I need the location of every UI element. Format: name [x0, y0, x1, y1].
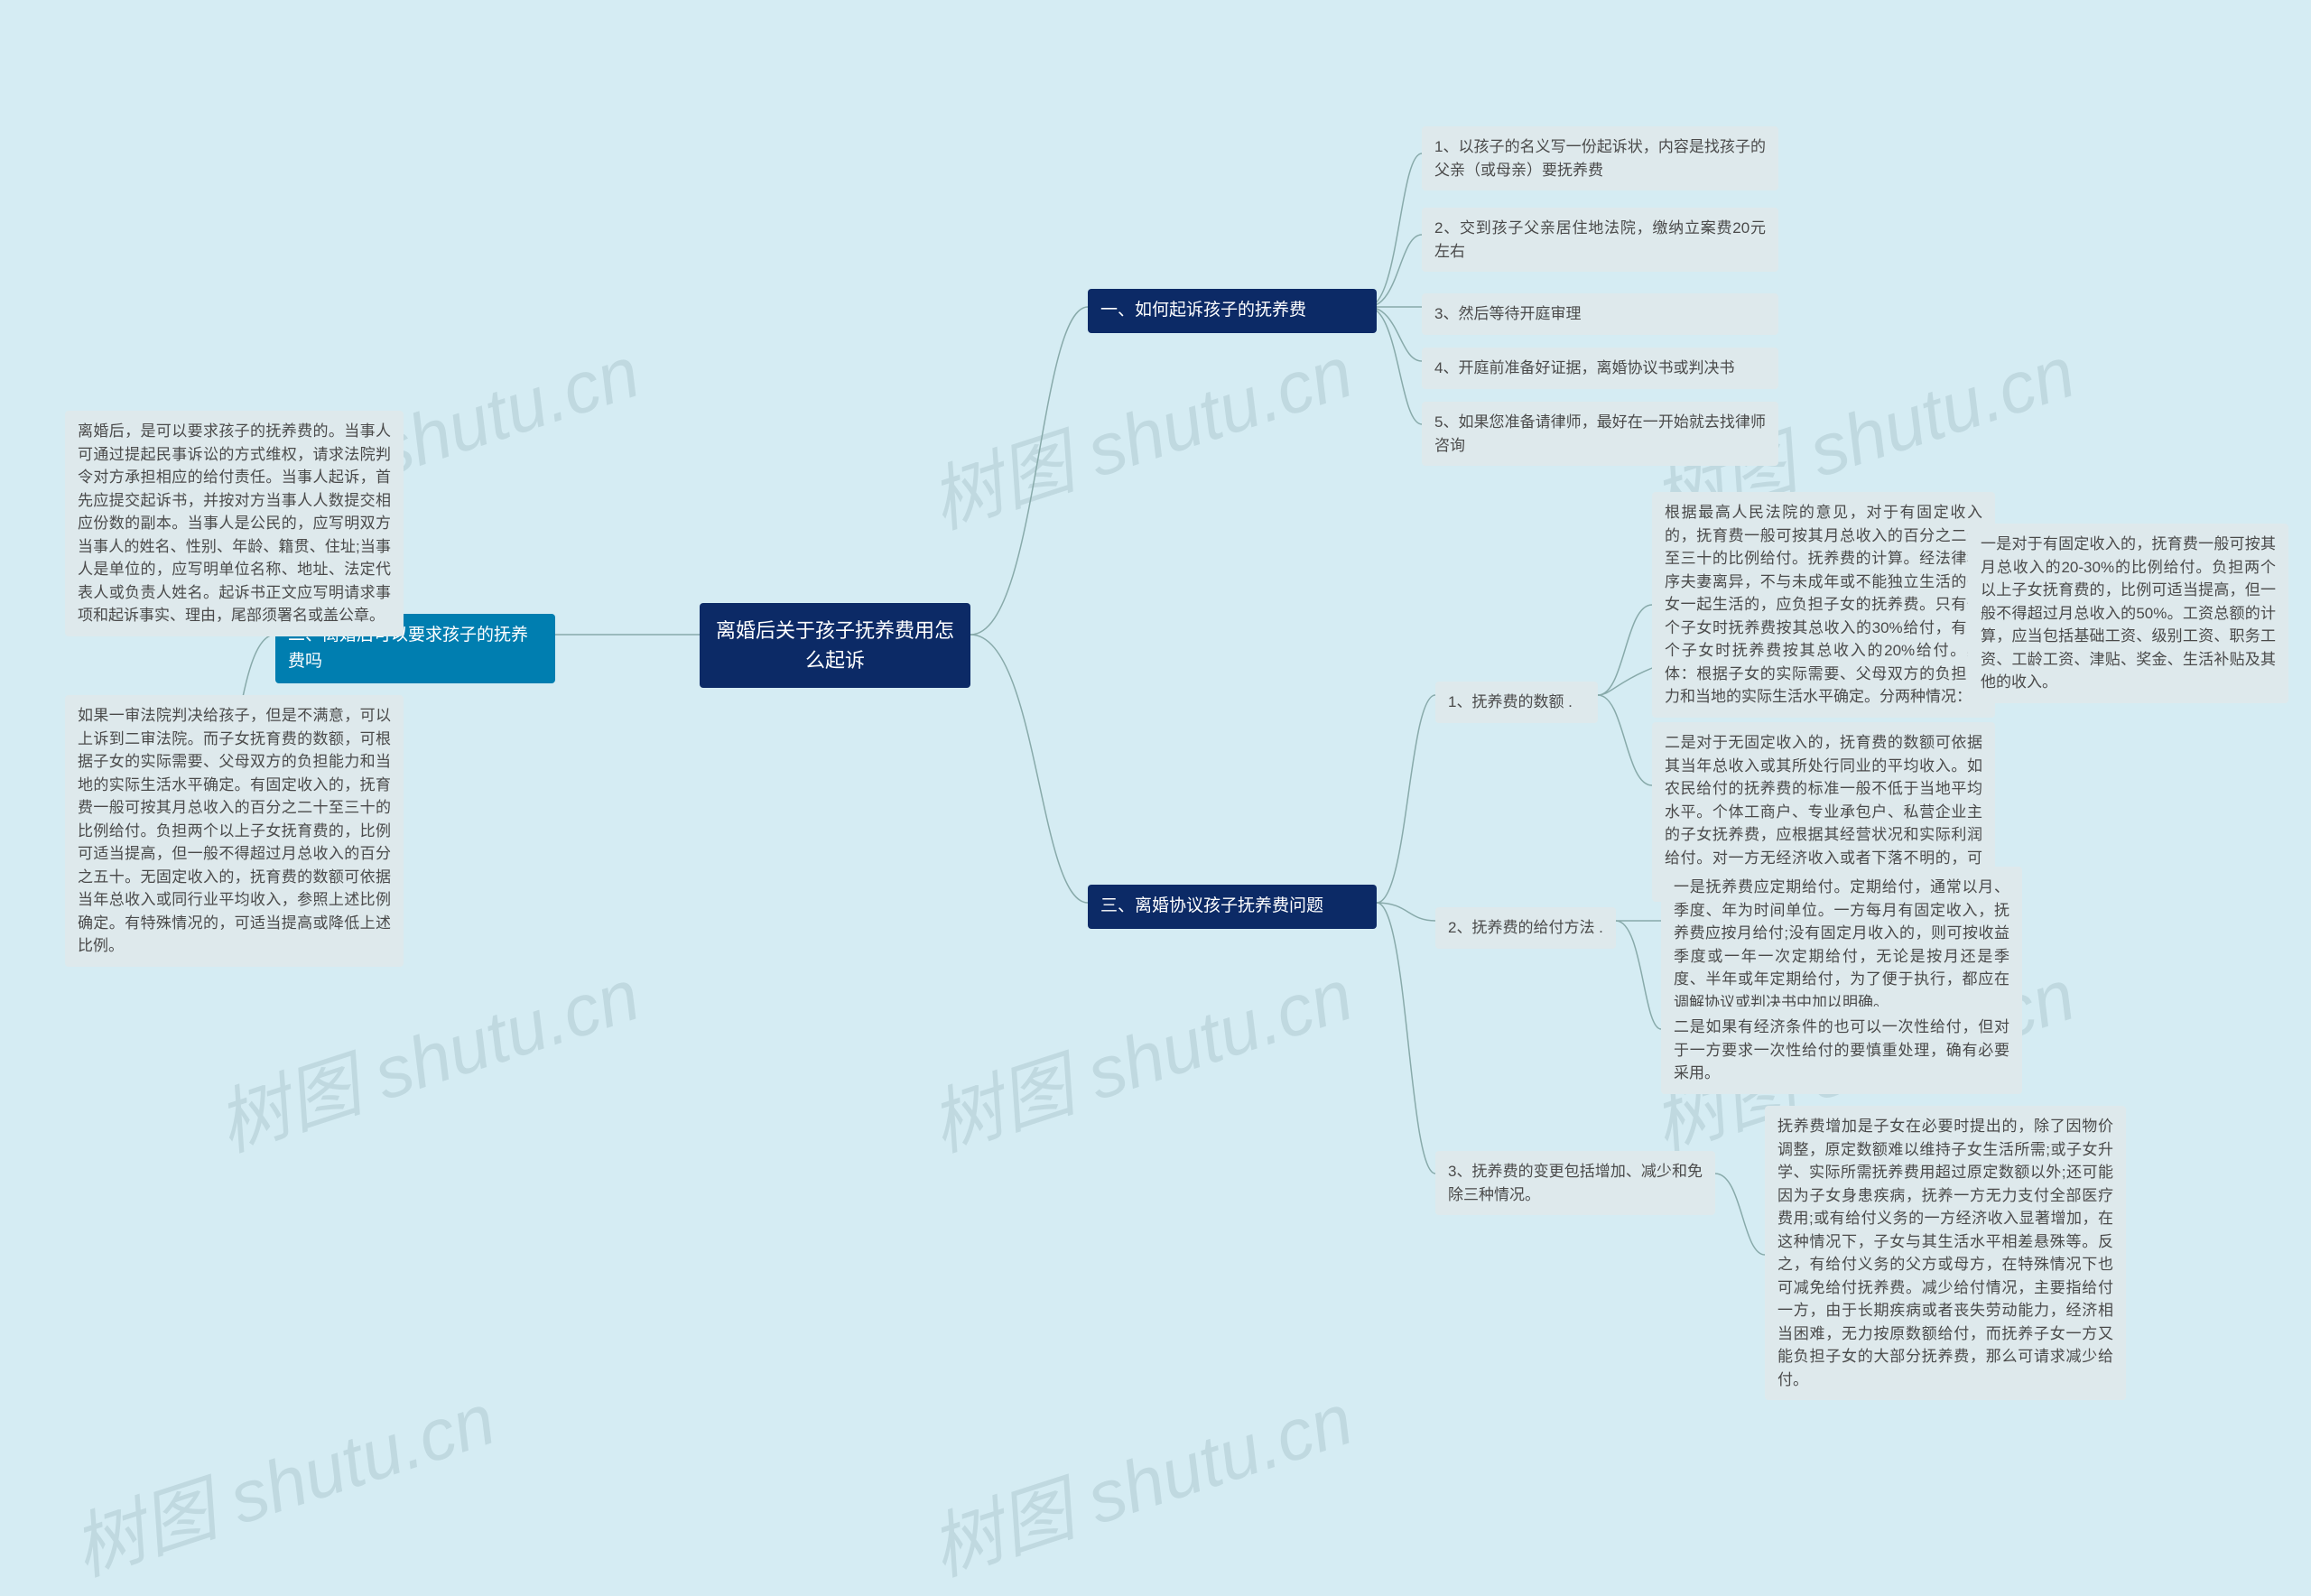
branch-3-sub-2[interactable]: 2、抚养费的给付方法 . — [1435, 907, 1616, 949]
branch-2-leaf-2[interactable]: 如果一审法院判决给孩子，但是不满意，可以上诉到二审法院。而子女抚育费的数额，可根… — [65, 695, 404, 967]
watermark: 树图 shutu.cn — [915, 1361, 1364, 1596]
branch-3-sub-2-item-1[interactable]: 一是抚养费应定期给付。定期给付，通常以月、季度、年为时间单位。一方每月有固定收入… — [1661, 867, 2022, 1023]
watermark: 树图 shutu.cn — [915, 937, 1364, 1172]
branch-2-leaf-1[interactable]: 离婚后，是可以要求孩子的抚养费的。当事人可通过提起民事诉讼的方式维权，请求法院判… — [65, 411, 404, 636]
branch-1-item-3[interactable]: 3、然后等待开庭审理 — [1422, 293, 1778, 335]
watermark: 树图 shutu.cn — [202, 937, 651, 1172]
branch-3-sub-1-item-1[interactable]: 一是对于有固定收入的，抚育费一般可按其月总收入的20-30%的比例给付。负担两个… — [1968, 524, 2288, 703]
branch-3-sub-3[interactable]: 3、抚养费的变更包括增加、减少和免除三种情况。 — [1435, 1151, 1715, 1215]
branch-1[interactable]: 一、如何起诉孩子的抚养费 — [1088, 289, 1377, 333]
watermark: 树图 shutu.cn — [915, 314, 1364, 549]
root-node[interactable]: 离婚后关于孩子抚养费用怎么起诉 — [700, 603, 970, 688]
branch-3[interactable]: 三、离婚协议孩子抚养费问题 — [1088, 885, 1377, 929]
branch-1-item-2[interactable]: 2、交到孩子父亲居住地法院，缴纳立案费20元左右 — [1422, 208, 1778, 272]
watermark: 树图 shutu.cn — [58, 1361, 506, 1596]
branch-3-sub-3-detail[interactable]: 抚养费增加是子女在必要时提出的，除了因物价调整，原定数额难以维持子女生活所需;或… — [1765, 1106, 2126, 1400]
branch-3-sub-1[interactable]: 1、抚养费的数额 . — [1435, 682, 1598, 723]
branch-1-item-4[interactable]: 4、开庭前准备好证据，离婚协议书或判决书 — [1422, 348, 1778, 389]
branch-3-sub-2-item-2[interactable]: 二是如果有经济条件的也可以一次性给付，但对于一方要求一次性给付的要慎重处理，确有… — [1661, 1007, 2022, 1094]
branch-1-item-5[interactable]: 5、如果您准备请律师，最好在一开始就去找律师咨询 — [1422, 402, 1778, 466]
branch-1-item-1[interactable]: 1、以孩子的名义写一份起诉状，内容是找孩子的父亲（或母亲）要抚养费 — [1422, 126, 1778, 190]
branch-3-sub-1-intro[interactable]: 根据最高人民法院的意见，对于有固定收入的，抚育费一般可按其月总收入的百分之二十至… — [1652, 492, 1995, 718]
